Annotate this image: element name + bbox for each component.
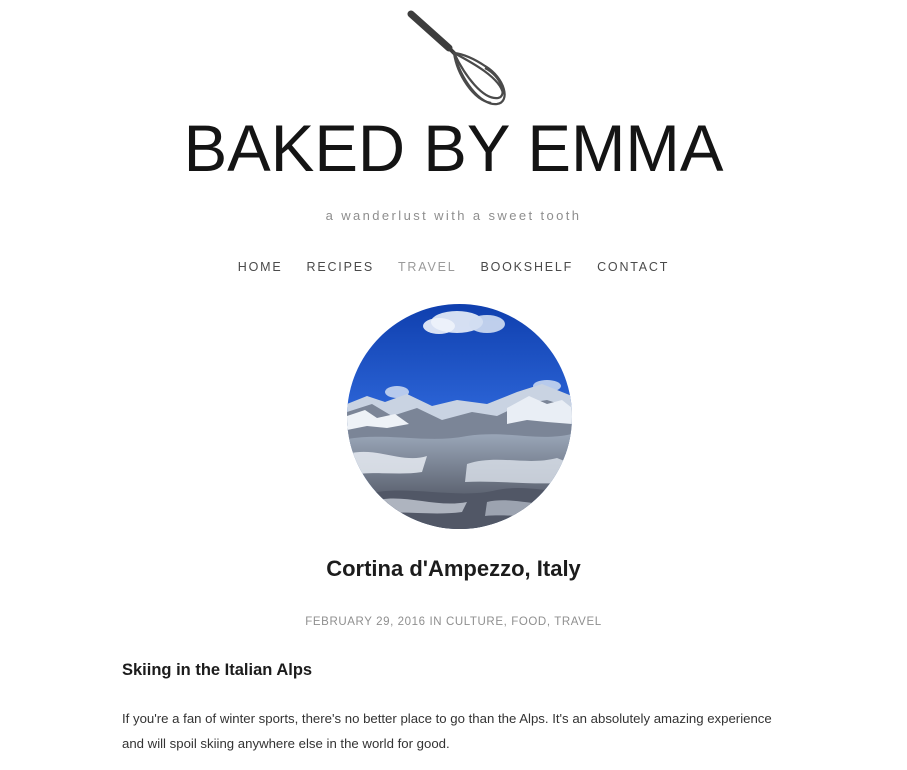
nav-item-recipes[interactable]: RECIPES (307, 258, 374, 276)
nav-item-travel[interactable]: TRAVEL (398, 258, 457, 276)
nav-item-home[interactable]: HOME (238, 258, 283, 276)
site-title[interactable]: BAKED BY EMMA (5, 108, 903, 188)
category-link-culture[interactable]: CULTURE (446, 616, 504, 628)
category-separator: , (503, 616, 508, 628)
whisk-icon (407, 10, 506, 106)
site-tagline: a wanderlust with a sweet tooth (325, 208, 582, 223)
featured-image[interactable] (347, 304, 572, 529)
mountain-landscape-image (347, 304, 572, 529)
category-link-travel[interactable]: TRAVEL (554, 616, 601, 628)
post-meta: FEBRUARY 29, 2016 IN CULTURE, FOOD, TRAV… (0, 614, 907, 630)
post-title[interactable]: Cortina d'Ampezzo, Italy (0, 553, 907, 585)
post-in-label: IN (429, 616, 443, 628)
nav-item-bookshelf[interactable]: BOOKSHELF (480, 258, 573, 276)
section-heading: Skiing in the Italian Alps (122, 661, 313, 679)
nav-item-contact[interactable]: CONTACT (597, 258, 669, 276)
main-nav: HOME RECIPES TRAVEL BOOKSHELF CONTACT (0, 258, 907, 276)
category-separator: , (546, 616, 551, 628)
post-paragraph: If you're a fan of winter sports, there'… (122, 711, 772, 751)
post-date[interactable]: FEBRUARY 29, 2016 (305, 616, 425, 628)
category-link-food[interactable]: FOOD (511, 616, 547, 628)
